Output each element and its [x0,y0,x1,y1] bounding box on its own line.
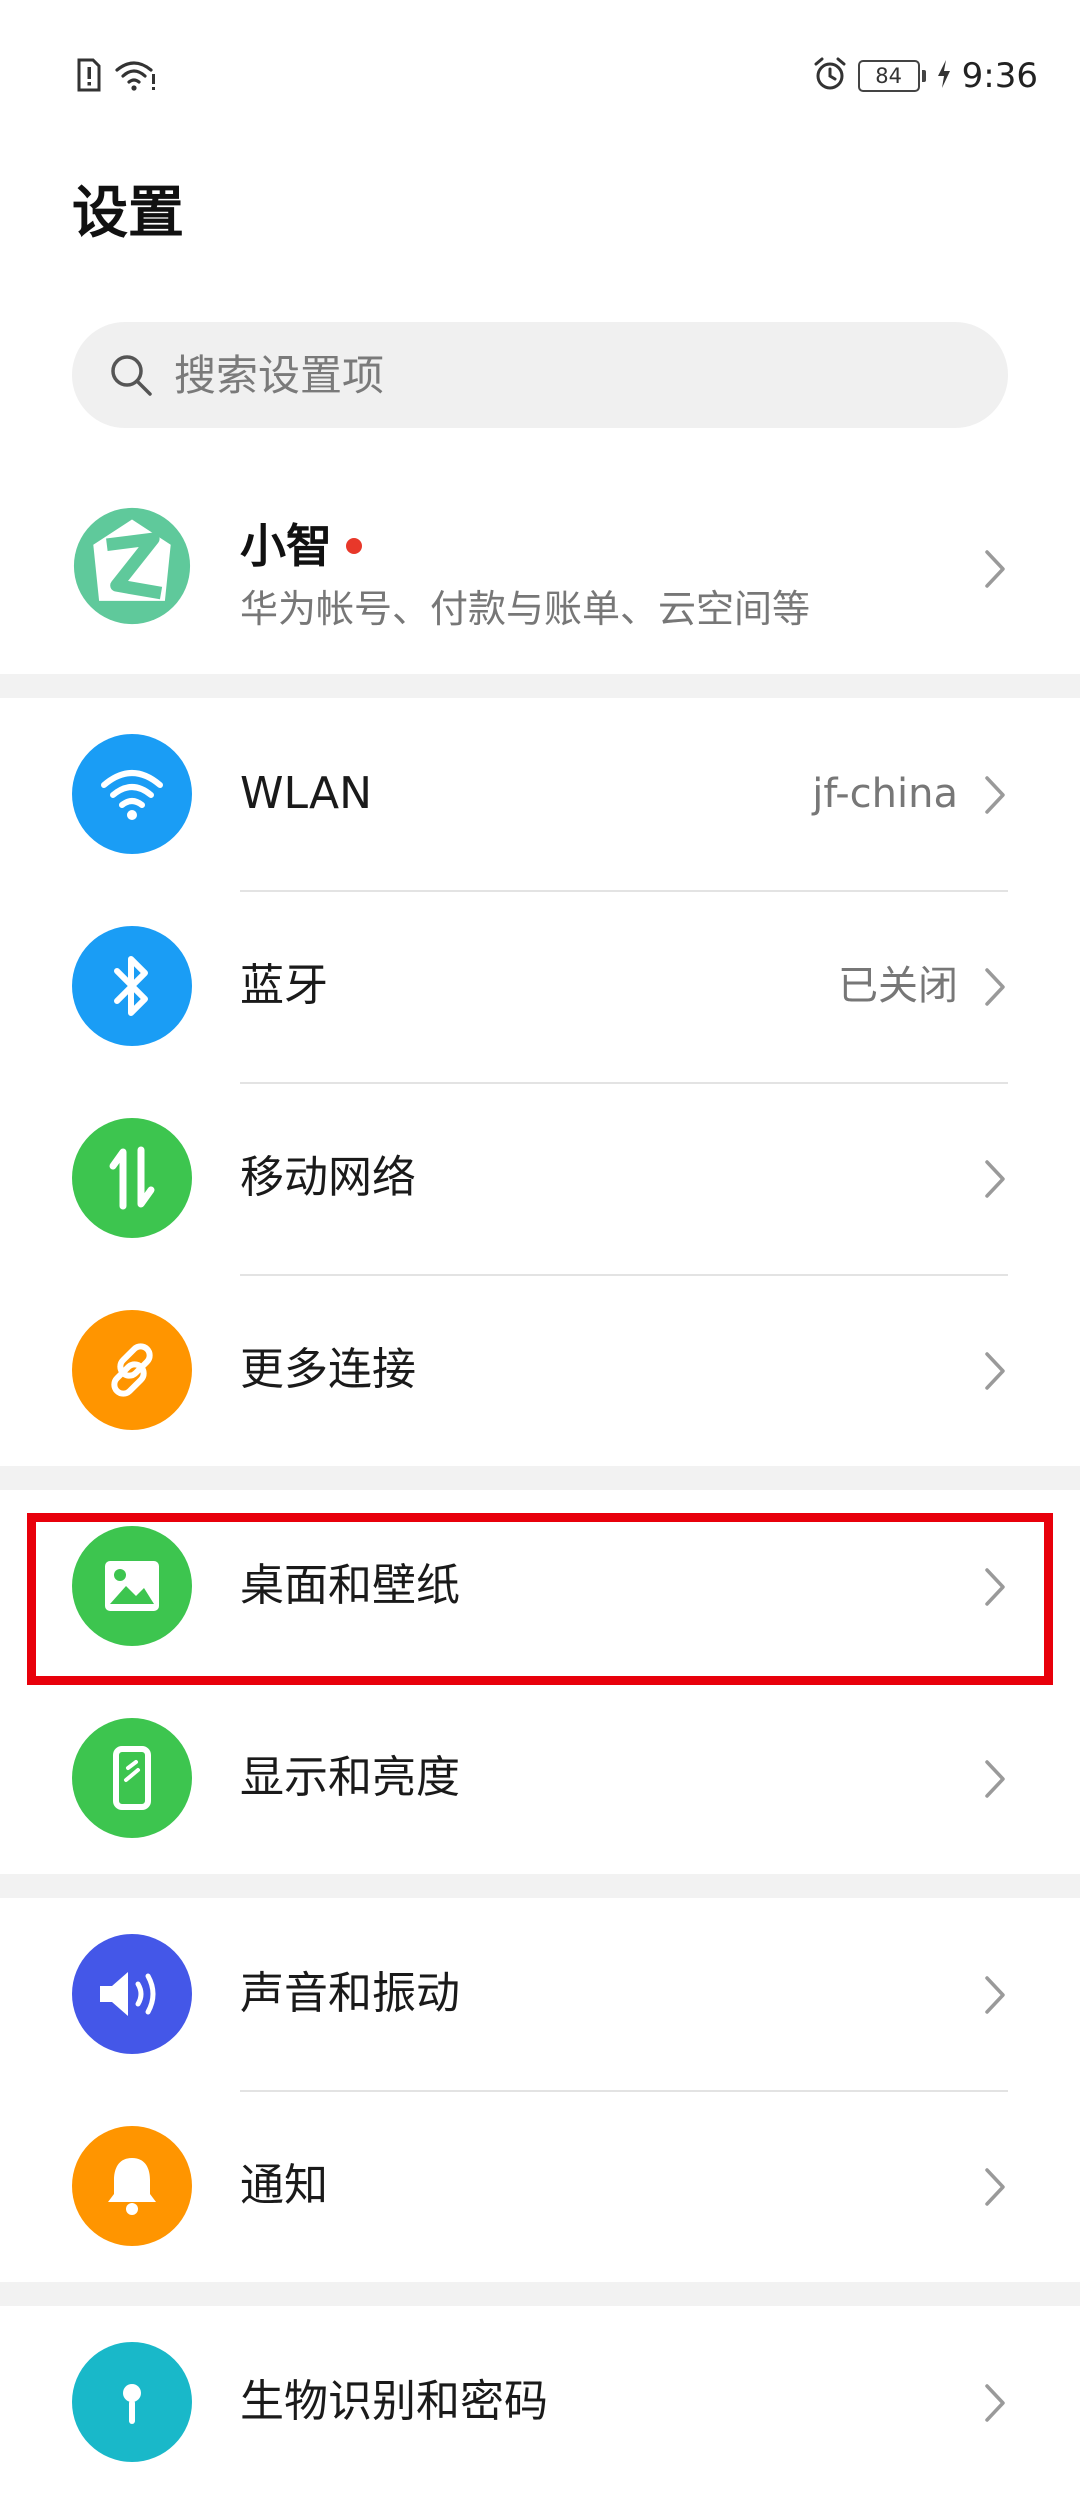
account-name: 小智 [240,510,362,576]
settings-item-more-connections[interactable]: 更多连接 [0,1274,1080,1466]
settings-item-label: 生物识别和密码 [240,2376,548,2427]
settings-item-desktop-wallpaper[interactable]: 桌面和壁纸 [0,1490,1080,1682]
chevron-right-icon [982,1350,1008,1396]
mobile-data-icon [72,1118,192,1238]
settings-item-value: 已关闭 [838,963,958,1009]
chevron-right-icon [982,1566,1008,1612]
settings-item-label: 声音和振动 [240,1968,460,2019]
settings-item-display-brightness[interactable]: 显示和亮度 [0,1682,1080,1874]
settings-item-value: jf-china [812,771,958,817]
settings-item-label: 移动网络 [240,1152,416,1203]
status-time: 9:36 [961,56,1038,96]
settings-item-mobile-network[interactable]: 移动网络 [0,1082,1080,1274]
settings-item-label: WLAN [240,768,373,819]
link-icon [72,1310,192,1430]
alarm-icon [812,56,848,96]
notification-dot [346,537,362,554]
chevron-right-icon [982,1758,1008,1804]
wifi-icon [72,734,192,854]
battery-icon: 84 [857,60,926,92]
fingerprint-icon [72,2342,192,2462]
wallpaper-icon [72,1526,192,1646]
chevron-right-icon [982,2166,1008,2212]
settings-item-notifications[interactable]: 通知 [0,2090,1080,2282]
settings-item-bluetooth[interactable]: 蓝牙 已关闭 [0,890,1080,1082]
status-bar: 84 9:36 [0,0,1080,160]
section-divider [0,1466,1080,1490]
charging-icon [936,59,952,93]
page-title: 设置 [72,181,184,246]
search-bar[interactable] [72,322,1008,428]
display-icon [72,1718,192,1838]
account-name-text: 小智 [240,519,332,573]
settings-item-wlan[interactable]: WLAN jf-china [0,698,1080,890]
settings-item-label: 更多连接 [240,1344,416,1395]
search-input[interactable] [172,349,936,401]
bluetooth-icon [72,926,192,1046]
settings-item-label: 通知 [240,2160,328,2211]
speaker-icon [72,1934,192,2054]
chevron-right-icon [982,774,1008,820]
chevron-right-icon [982,2382,1008,2428]
settings-item-label: 蓝牙 [240,960,328,1011]
settings-item-label: 桌面和壁纸 [240,1560,460,1611]
account-row[interactable]: 小智 华为帐号、付款与账单、云空间等 [0,470,1080,670]
chevron-right-icon [982,548,1008,594]
section-divider [0,674,1080,698]
avatar [72,506,192,626]
settings-item-label: 显示和亮度 [240,1752,460,1803]
chevron-right-icon [982,966,1008,1012]
settings-item-biometrics[interactable]: 生物识别和密码 [0,2306,1080,2498]
section-divider [0,2282,1080,2306]
section-divider [0,1874,1080,1898]
settings-item-sound-vibration[interactable]: 声音和振动 [0,1898,1080,2090]
account-subtitle: 华为帐号、付款与账单、云空间等 [240,587,811,631]
search-icon [111,355,152,396]
bell-icon [72,2126,192,2246]
wifi-icon [114,58,158,96]
chevron-right-icon [982,1974,1008,2020]
chevron-right-icon [982,1158,1008,1204]
sim-alert-icon [76,58,102,96]
